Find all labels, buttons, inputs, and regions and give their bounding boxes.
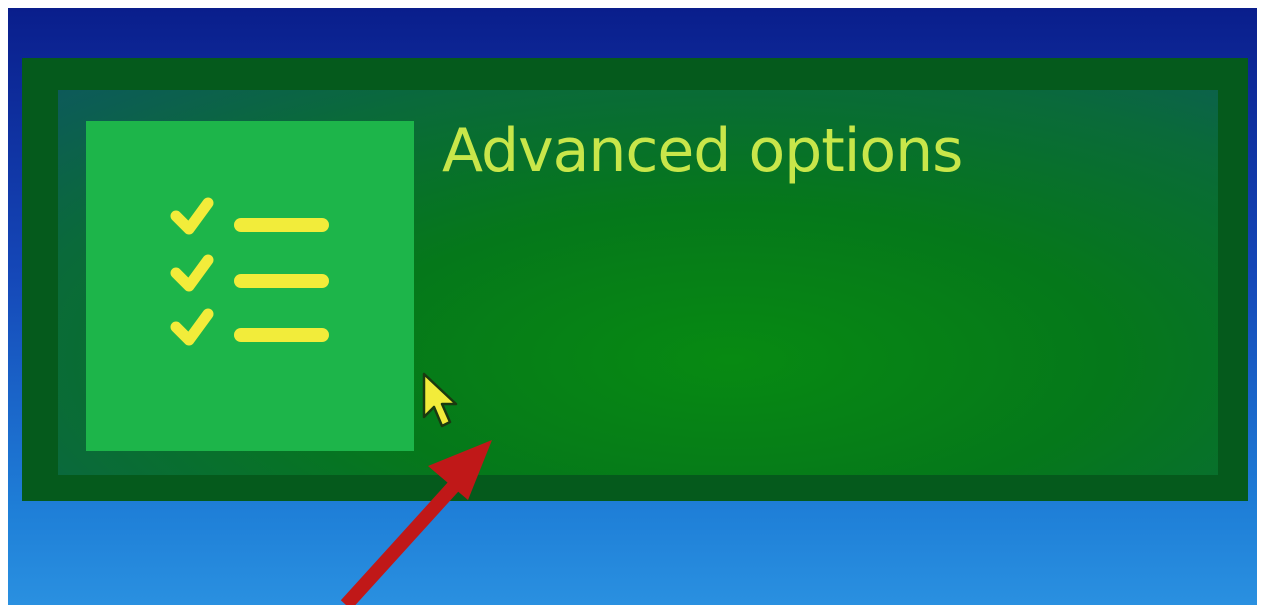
desktop-background: Advanced options <box>8 8 1257 605</box>
red-arrow-annotation <box>340 440 492 605</box>
